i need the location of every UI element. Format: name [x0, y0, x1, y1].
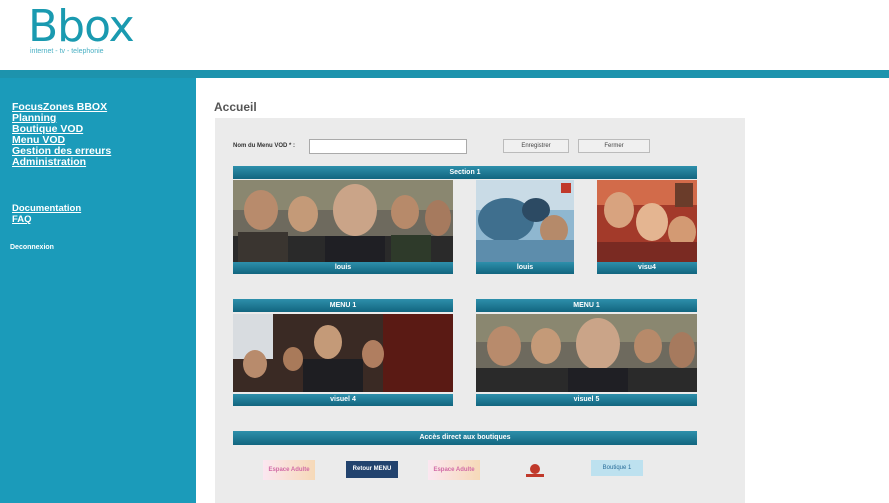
menu-name-input[interactable]: [309, 138, 467, 154]
tile-caption: visuel 5: [476, 394, 697, 406]
logo-word: Bbox: [28, 1, 135, 52]
menu-1-tile[interactable]: visuel 4: [233, 314, 453, 406]
tile-caption: visu4: [597, 262, 697, 274]
sidebar: FocusZones BBOX Planning Boutique VOD Me…: [0, 78, 196, 503]
movie-poster-image: [233, 180, 453, 262]
shop-logo-icon[interactable]: [521, 460, 549, 480]
top-accent-bar: [0, 70, 889, 78]
menu-2-tile[interactable]: visuel 5: [476, 314, 697, 406]
sidebar-item-administration[interactable]: Administration: [12, 157, 111, 168]
sidebar-item-faq[interactable]: FAQ: [12, 214, 81, 225]
menu-2-header: MENU 1: [476, 299, 697, 312]
menu-name-form: Nom du Menu VOD * : Enregistrer Fermer: [233, 138, 650, 154]
bbox-logo[interactable]: Bbox internet - tv - telephonie: [28, 1, 135, 56]
tile-caption: louis: [233, 262, 453, 274]
shop-label: Espace Adulte: [433, 467, 475, 473]
section-header: Section 1: [233, 166, 697, 179]
movie-poster-image: [476, 180, 574, 262]
boutique-icon[interactable]: Boutique 1: [591, 460, 643, 476]
movie-poster-image: [476, 314, 697, 392]
menu-name-label: Nom du Menu VOD * :: [233, 143, 295, 149]
header: Bbox internet - tv - telephonie: [0, 0, 889, 70]
sidebar-primary-nav: FocusZones BBOX Planning Boutique VOD Me…: [12, 102, 111, 168]
shop-label: Espace Adulte: [268, 467, 310, 473]
shops-header: Accès direct aux boutiques: [233, 431, 697, 445]
adult-space-icon[interactable]: Espace Adulte: [263, 460, 315, 480]
shop-label: Boutique 1: [602, 465, 632, 471]
sidebar-secondary-nav: Documentation FAQ: [12, 203, 81, 225]
section-tile-2[interactable]: louis: [476, 180, 574, 274]
movie-poster-image: [597, 180, 697, 262]
shop-label: Retour MENU: [352, 466, 392, 472]
shop-logo-graphic: [526, 464, 544, 477]
return-menu-icon[interactable]: Retour MENU: [346, 461, 398, 478]
close-button[interactable]: Fermer: [578, 139, 650, 153]
logout-link[interactable]: Deconnexion: [10, 244, 54, 251]
save-button[interactable]: Enregistrer: [503, 139, 569, 153]
adult-space-icon-2[interactable]: Espace Adulte: [428, 460, 480, 480]
menu-1-header: MENU 1: [233, 299, 453, 312]
sidebar-item-documentation[interactable]: Documentation: [12, 203, 81, 214]
main-panel: Nom du Menu VOD * : Enregistrer Fermer S…: [215, 118, 745, 503]
section-tile-3[interactable]: visu4: [597, 180, 697, 274]
section-tile-1[interactable]: louis: [233, 180, 453, 274]
movie-poster-image: [233, 314, 453, 392]
tile-caption: visuel 4: [233, 394, 453, 406]
tile-caption: louis: [476, 262, 574, 274]
page-title: Accueil: [214, 100, 257, 114]
